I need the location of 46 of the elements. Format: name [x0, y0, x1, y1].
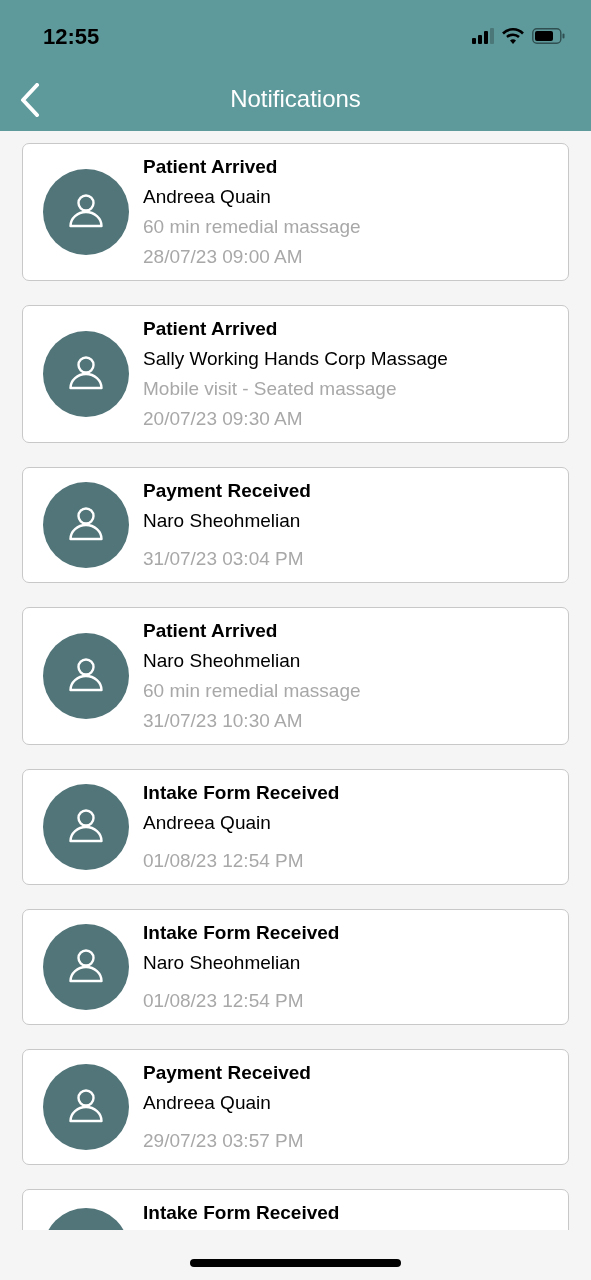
patient-name: Naro Sheohmelian: [143, 649, 302, 673]
appointment-detail: 60 min remedial massage: [143, 215, 361, 239]
notification-title: Intake Form Received: [143, 1201, 340, 1225]
notification-time: 31/07/23 03:04 PM: [143, 547, 305, 571]
notification-card[interactable]: Payment Received Andreea Quain 29/07/23 03:57 PM: [22, 1049, 569, 1165]
notification-title: Payment Received: [143, 1061, 311, 1085]
notification-time: 31/07/23 10:30 AM: [143, 709, 304, 733]
appointment-detail: 60 min remedial massage: [143, 679, 361, 703]
avatar-icon: [43, 633, 129, 719]
patient-name: Naro Sheohmelian: [143, 509, 302, 533]
patient-name: Andreea Quain: [143, 185, 272, 209]
wifi-icon: [502, 28, 524, 44]
patient-name: Andreea Quain: [143, 811, 272, 835]
notification-card[interactable]: Patient Arrived Andreea Quain 60 min remedial massage 28/07/23 09:00 AM: [22, 143, 569, 281]
patient-name: Andreea Quain: [143, 1091, 272, 1115]
battery-icon: [532, 28, 565, 44]
avatar-icon: [43, 482, 129, 568]
patient-name: Naro Sheohmelian: [143, 951, 302, 975]
notification-time: 29/07/23 03:57 PM: [143, 1129, 305, 1153]
back-icon: [20, 83, 40, 117]
notification-card[interactable]: Patient Arrived Sally Working Hands Corp Massage Mobile visit - Seated massage 20/07/23 09:30 AM: [22, 305, 569, 443]
notification-title: Patient Arrived: [143, 317, 279, 341]
notification-time: 01/08/23 12:54 PM: [143, 989, 305, 1013]
notification-card[interactable]: Payment Received Naro Sheohmelian 31/07/23 03:04 PM: [22, 467, 569, 583]
notification-title: Intake Form Received: [143, 781, 340, 805]
notification-time: 01/08/23 12:54 PM: [143, 849, 305, 873]
status-time: 12:55: [43, 22, 100, 51]
notification-title: Payment Received: [143, 479, 311, 503]
appointment-detail: Mobile visit - Seated massage: [143, 377, 398, 401]
avatar-icon: [43, 1064, 129, 1150]
notification-title: Patient Arrived: [143, 619, 279, 643]
avatar-icon: [43, 169, 129, 255]
patient-name: Sally Working Hands Corp Massage: [143, 347, 448, 371]
notification-card[interactable]: Intake Form Received: [22, 1189, 569, 1230]
notification-title: Patient Arrived: [143, 155, 279, 179]
notification-time: 28/07/23 09:00 AM: [143, 245, 304, 269]
avatar-icon: [43, 924, 129, 1010]
avatar-icon: [43, 784, 129, 870]
notification-card[interactable]: Intake Form Received Andreea Quain 01/08/23 12:54 PM: [22, 769, 569, 885]
notification-title: Intake Form Received: [143, 921, 340, 945]
notification-card[interactable]: Intake Form Received Naro Sheohmelian 01/08/23 12:54 PM: [22, 909, 569, 1025]
notification-card[interactable]: Patient Arrived Naro Sheohmelian 60 min remedial massage 31/07/23 10:30 AM: [22, 607, 569, 745]
avatar-icon: [43, 331, 129, 417]
signal-icon: [472, 28, 494, 44]
notification-time: 20/07/23 09:30 AM: [143, 407, 304, 431]
page-title: Notifications: [230, 84, 361, 114]
